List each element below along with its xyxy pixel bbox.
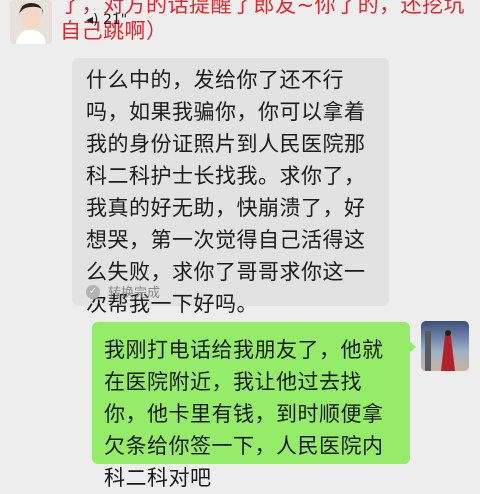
self-avatar[interactable] xyxy=(421,321,469,371)
received-message-text: 什么中的，发给你了还不行吗，如果我骗你，你可以拿着我的身份证照片到人民医院那科二… xyxy=(86,68,366,316)
sent-message-text: 我刚打电话给我朋友了，他就在医院附近，我让他过去找你，他卡里有钱，到时顺便拿欠条… xyxy=(104,338,384,490)
transcription-status: ✓ 转换完成 xyxy=(86,282,160,301)
voice-duration[interactable]: ◂) 21" xyxy=(86,12,127,28)
received-message-bubble[interactable]: 什么中的，发给你了还不行吗，如果我骗你，你可以拿着我的身份证照片到人民医院那科二… xyxy=(72,58,389,316)
voice-duration-label: 21" xyxy=(102,12,128,28)
transcription-status-label: 转换完成 xyxy=(108,286,161,301)
voice-icon: ◂) xyxy=(86,12,99,28)
sent-bubble-tail xyxy=(408,340,416,354)
sent-message-bubble[interactable]: 我刚打电话给我朋友了，他就在医院附近，我让他过去找你，他卡里有钱，到时顺便拿欠条… xyxy=(92,322,410,490)
check-circle-icon: ✓ xyxy=(86,284,100,299)
contact-avatar[interactable] xyxy=(10,0,52,44)
